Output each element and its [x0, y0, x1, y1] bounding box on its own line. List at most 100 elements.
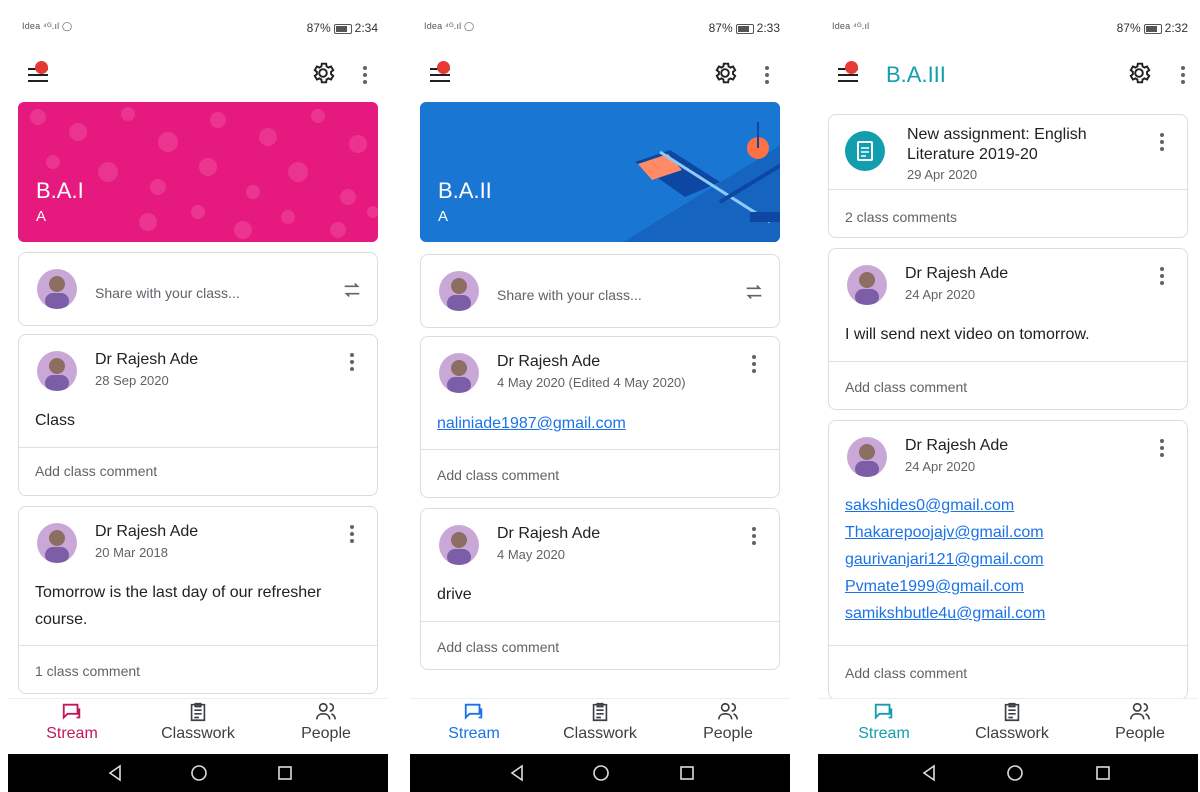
- home-icon[interactable]: [1006, 764, 1024, 782]
- email-link[interactable]: Pvmate1999@gmail.com: [845, 578, 1024, 596]
- gear-icon[interactable]: [712, 60, 738, 86]
- post-more-icon[interactable]: [751, 527, 757, 548]
- post-card[interactable]: Dr Rajesh Ade 24 Apr 2020 I will send ne…: [828, 248, 1188, 410]
- email-link[interactable]: gaurivanjari121@gmail.com: [845, 551, 1044, 569]
- repost-icon[interactable]: [341, 279, 363, 301]
- more-options-icon[interactable]: [764, 64, 770, 84]
- more-options-icon[interactable]: [362, 64, 368, 84]
- class-banner[interactable]: B.A.II A: [420, 102, 780, 242]
- add-comment-link[interactable]: Add class comment: [845, 665, 967, 681]
- avatar: [439, 271, 479, 311]
- classwork-icon: [1004, 702, 1020, 722]
- class-name: B.A.II: [438, 178, 492, 203]
- email-link[interactable]: sakshides0@gmail.com: [845, 497, 1014, 515]
- post-more-icon[interactable]: [1159, 439, 1165, 460]
- post-card[interactable]: Dr Rajesh Ade 20 Mar 2018 Tomorrow is th…: [18, 506, 378, 694]
- add-comment-link[interactable]: Add class comment: [845, 379, 967, 395]
- tab-people-label: People: [301, 725, 351, 742]
- tab-classwork[interactable]: Classwork: [952, 701, 1072, 743]
- home-icon[interactable]: [190, 764, 208, 782]
- divider: [19, 645, 377, 646]
- email-link[interactable]: samikshbutle4u@gmail.com: [845, 605, 1045, 623]
- class-comments-link[interactable]: 1 class comment: [35, 663, 140, 679]
- status-bar: Idea ⁴ᴳ.ıl 87% 2:32: [818, 12, 1198, 44]
- post-card[interactable]: Dr Rajesh Ade 4 May 2020 drive Add class…: [420, 508, 780, 670]
- more-options-icon[interactable]: [1180, 64, 1186, 84]
- assignment-more-icon[interactable]: [1159, 133, 1165, 154]
- email-link[interactable]: naliniade1987@gmail.com: [437, 415, 626, 433]
- tab-stream[interactable]: Stream: [414, 701, 534, 743]
- add-comment-link[interactable]: Add class comment: [35, 463, 157, 479]
- home-icon[interactable]: [592, 764, 610, 782]
- post-more-icon[interactable]: [349, 525, 355, 546]
- post-date: 20 Mar 2018: [95, 545, 168, 560]
- recents-icon[interactable]: [1094, 764, 1112, 782]
- post-body: I will send next video on tomorrow.: [845, 326, 1090, 343]
- share-input[interactable]: Share with your class...: [497, 287, 642, 303]
- divider: [19, 447, 377, 448]
- recents-icon[interactable]: [276, 764, 294, 782]
- post-more-icon[interactable]: [751, 355, 757, 376]
- class-name: B.A.I: [36, 178, 84, 203]
- menu-icon[interactable]: [28, 61, 48, 82]
- phone-screen-2: Idea ⁴ᴳ.ıl ◯ 87% 2:33 B.A.II A Share with…: [410, 12, 790, 792]
- assignment-title-line2: Literature 2019-20: [907, 146, 1038, 163]
- add-comment-link[interactable]: Add class comment: [437, 639, 559, 655]
- battery-icon: [1143, 23, 1162, 34]
- back-icon[interactable]: [920, 764, 938, 782]
- recents-icon[interactable]: [678, 764, 696, 782]
- class-banner[interactable]: B.A.I A: [18, 102, 378, 242]
- gear-icon[interactable]: [310, 60, 336, 86]
- class-title: B.A.III: [886, 62, 946, 87]
- tab-people[interactable]: People: [1080, 701, 1198, 743]
- post-author: Dr Rajesh Ade: [905, 265, 1009, 282]
- banner-illustration: [623, 122, 780, 242]
- bottom-nav: Stream Classwork People: [410, 698, 790, 755]
- post-card[interactable]: Dr Rajesh Ade 4 May 2020 (Edited 4 May 2…: [420, 336, 780, 498]
- menu-icon[interactable]: [838, 61, 858, 82]
- post-card[interactable]: Dr Rajesh Ade 28 Sep 2020 Class Add clas…: [18, 334, 378, 496]
- divider: [829, 361, 1187, 362]
- carrier-signal: Idea ⁴ᴳ.ıl ◯: [22, 21, 73, 31]
- email-link[interactable]: Thakarepoojajv@gmail.com: [845, 524, 1044, 542]
- bottom-nav: Stream Classwork People: [8, 698, 388, 755]
- avatar: [37, 523, 77, 563]
- post-body: Tomorrow is the last day of our refreshe…: [35, 584, 322, 628]
- repost-icon[interactable]: [743, 281, 765, 303]
- post-date: 4 May 2020 (Edited 4 May 2020): [497, 375, 686, 390]
- post-more-icon[interactable]: [1159, 267, 1165, 288]
- post-author: Dr Rajesh Ade: [497, 353, 601, 370]
- tab-people[interactable]: People: [266, 701, 386, 743]
- tab-classwork[interactable]: Classwork: [138, 701, 258, 743]
- back-icon[interactable]: [508, 764, 526, 782]
- tab-people[interactable]: People: [668, 701, 788, 743]
- add-comment-link[interactable]: Add class comment: [437, 467, 559, 483]
- notification-dot: [35, 61, 48, 74]
- class-comments-link[interactable]: 2 class comments: [845, 209, 957, 225]
- post-card[interactable]: Dr Rajesh Ade 24 Apr 2020 sakshides0@gma…: [828, 420, 1188, 700]
- assignment-card[interactable]: New assignment: English Literature 2019-2…: [828, 114, 1188, 238]
- tab-stream[interactable]: Stream: [824, 701, 944, 743]
- share-card[interactable]: Share with your class...: [420, 254, 780, 328]
- tab-stream[interactable]: Stream: [12, 701, 132, 743]
- carrier-signal: Idea ⁴ᴳ.ıl ◯: [424, 21, 475, 31]
- notification-dot: [437, 61, 450, 74]
- class-section: A: [438, 208, 449, 225]
- post-more-icon[interactable]: [349, 353, 355, 374]
- app-bar: [410, 44, 790, 102]
- banner-pattern: [30, 107, 378, 239]
- tab-classwork[interactable]: Classwork: [540, 701, 660, 743]
- system-nav-bar: [410, 754, 790, 792]
- share-card[interactable]: Share with your class...: [18, 252, 378, 326]
- tab-stream-label: Stream: [858, 725, 910, 742]
- post-date: 4 May 2020: [497, 547, 565, 562]
- stream-icon: [464, 703, 483, 720]
- menu-icon[interactable]: [430, 61, 450, 82]
- gear-icon[interactable]: [1126, 60, 1152, 86]
- system-nav-bar: [818, 754, 1198, 792]
- phone-screen-1: Idea ⁴ᴳ.ıl ◯ 87% 2:34 B.A.I A Share with …: [8, 12, 388, 792]
- back-icon[interactable]: [106, 764, 124, 782]
- avatar: [847, 437, 887, 477]
- share-input[interactable]: Share with your class...: [95, 285, 240, 301]
- tab-stream-label: Stream: [448, 725, 500, 742]
